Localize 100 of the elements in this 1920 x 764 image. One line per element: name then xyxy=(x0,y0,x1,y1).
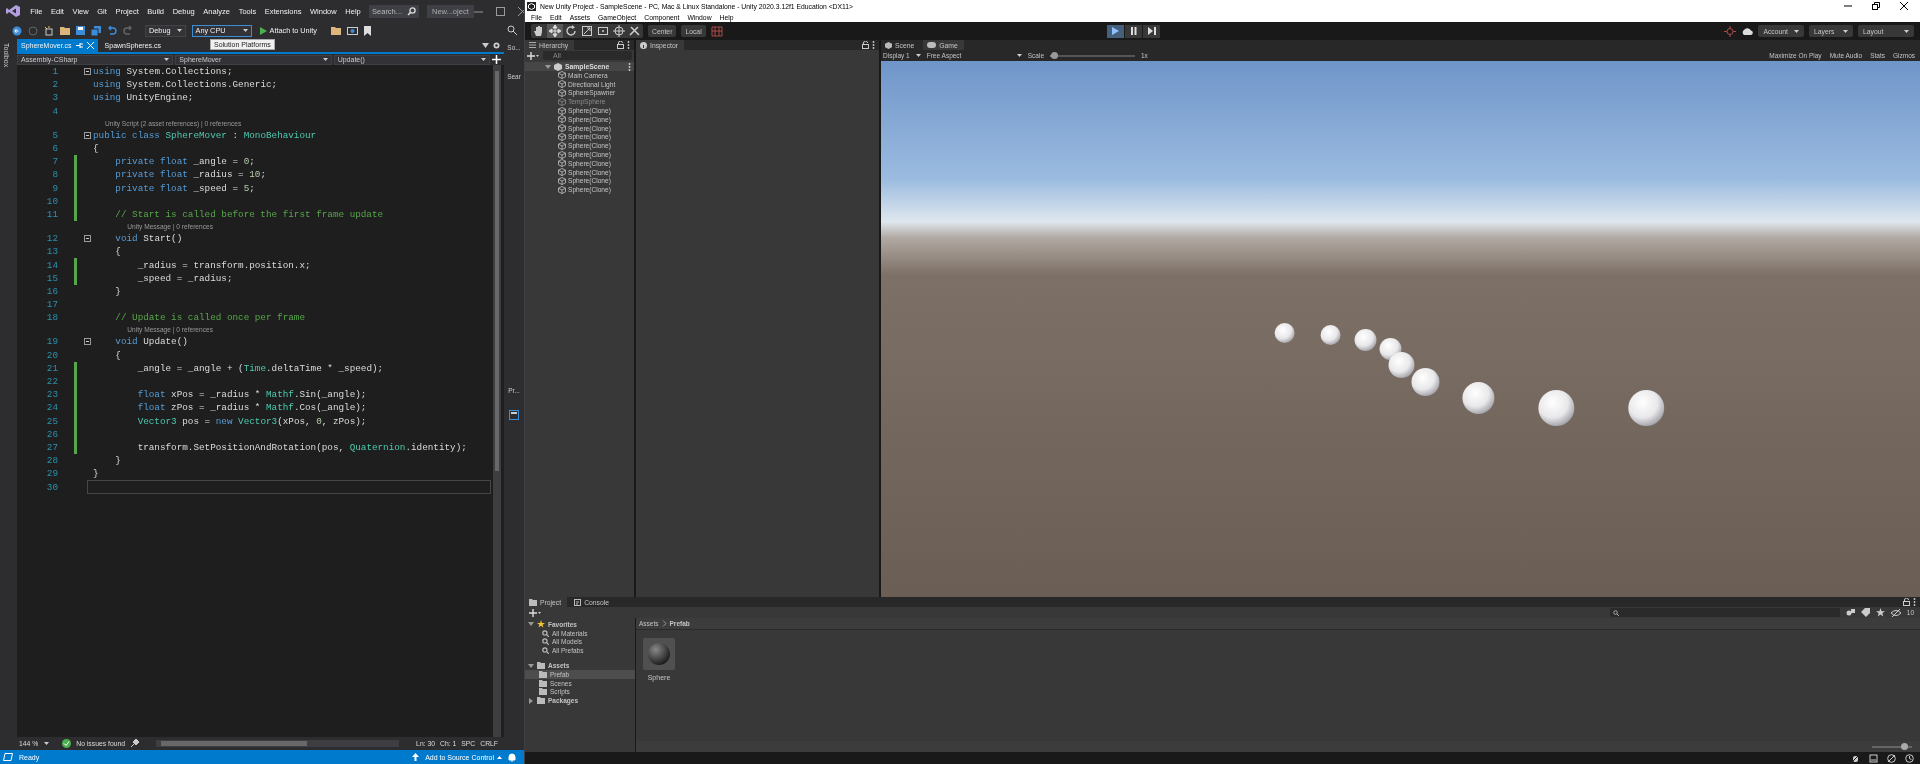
bookmark-icon[interactable] xyxy=(363,25,371,36)
sphere-icon xyxy=(648,643,670,665)
expanded-arrow-icon[interactable] xyxy=(545,63,551,70)
collab-icon[interactable] xyxy=(1724,25,1737,37)
caret-icon xyxy=(1904,29,1909,33)
scale-tool-icon[interactable] xyxy=(579,24,595,38)
code-line: using UnityEngine; xyxy=(93,92,194,104)
brush-icon[interactable] xyxy=(130,739,140,748)
code-line: Vector3 pos = new Vector3(xPos, 0, zPos); xyxy=(136,415,367,427)
collapse-icon[interactable] xyxy=(84,131,91,139)
rect-tool-icon[interactable] xyxy=(595,24,611,38)
more-options-icon[interactable] xyxy=(628,62,631,71)
add-icon[interactable] xyxy=(529,608,541,617)
search-icon xyxy=(407,6,417,16)
code-line: using System.Collections; xyxy=(93,66,233,78)
code-line: { xyxy=(114,246,121,258)
collapse-icon[interactable] xyxy=(84,338,91,346)
horizontal-scrollbar[interactable] xyxy=(156,740,400,747)
lock-icon[interactable] xyxy=(1903,598,1910,606)
code-line: public class SphereMover : MonoBehaviour xyxy=(93,129,317,141)
code-line: using System.Collections.Generic; xyxy=(93,79,278,91)
line-number: 25 xyxy=(45,415,58,427)
line-number: 24 xyxy=(45,402,58,414)
line-number: 12 xyxy=(45,233,58,245)
line-number: 27 xyxy=(45,441,58,453)
move-tool-icon[interactable] xyxy=(547,24,563,38)
search-field[interactable] xyxy=(1609,608,1840,617)
code-line: } xyxy=(93,468,99,480)
expanded-arrow-icon[interactable] xyxy=(528,621,534,628)
save-icon[interactable] xyxy=(76,26,85,35)
save-all-icon[interactable] xyxy=(91,25,101,36)
folder-icon[interactable] xyxy=(330,26,341,35)
cloud-icon[interactable] xyxy=(1741,26,1754,36)
hidden-eye-icon[interactable] xyxy=(1890,608,1901,617)
forward-icon[interactable] xyxy=(28,25,38,36)
caret-icon xyxy=(164,58,170,61)
line-number: 28 xyxy=(45,455,58,467)
line-number: 5 xyxy=(51,129,58,141)
panel-icon[interactable] xyxy=(509,410,519,420)
lock-icon[interactable] xyxy=(617,41,624,49)
star-icon[interactable] xyxy=(1875,608,1885,617)
line-number: 20 xyxy=(45,349,58,361)
collapse-icon[interactable] xyxy=(84,235,91,243)
pin-icon[interactable] xyxy=(75,42,83,49)
line-number: 23 xyxy=(45,389,58,401)
collapsed-arrow-icon[interactable] xyxy=(528,697,534,704)
lock-icon[interactable] xyxy=(862,41,869,49)
collapse-icon[interactable] xyxy=(84,68,91,76)
filter-type-icon[interactable] xyxy=(1845,608,1855,617)
zoom-slider[interactable] xyxy=(1872,745,1912,748)
code-line: // Update is called once per frame xyxy=(114,312,305,324)
bell-icon[interactable] xyxy=(508,752,516,762)
step-icon xyxy=(1147,27,1156,35)
slider-thumb[interactable] xyxy=(1901,742,1908,750)
line-number: 6 xyxy=(51,143,58,155)
asset-thumbnail[interactable] xyxy=(643,638,675,670)
expanded-arrow-icon[interactable] xyxy=(528,662,534,669)
more-options-icon[interactable] xyxy=(872,41,875,49)
rotate-tool-icon[interactable] xyxy=(563,24,579,38)
restore-icon[interactable] xyxy=(1872,2,1880,10)
transform-tool-icon[interactable] xyxy=(611,24,627,38)
line-number: 7 xyxy=(51,156,58,168)
vertical-scrollbar[interactable] xyxy=(493,65,501,737)
more-options-icon[interactable] xyxy=(627,41,630,49)
search-icon xyxy=(1612,609,1619,616)
minimize-icon[interactable] xyxy=(1844,2,1852,10)
step-button[interactable] xyxy=(1143,24,1161,38)
line-number: 3 xyxy=(51,92,58,104)
folder-icon[interactable] xyxy=(60,26,70,35)
dropdown-caret-icon[interactable] xyxy=(482,43,489,48)
settings-icon[interactable] xyxy=(492,41,501,50)
progress-icon[interactable] xyxy=(1869,753,1878,763)
play-button[interactable] xyxy=(1107,24,1125,38)
history-icon[interactable] xyxy=(1905,753,1914,763)
line-number: 4 xyxy=(51,105,58,117)
slider-thumb[interactable] xyxy=(1051,51,1059,59)
redo-icon[interactable] xyxy=(123,26,133,35)
line-number: 8 xyxy=(51,169,58,181)
code-line: transform.SetPositionAndRotation(pos, Quaternion.identity); xyxy=(136,441,467,453)
undo-icon[interactable] xyxy=(107,26,117,35)
back-icon[interactable] xyxy=(12,25,22,36)
caret-icon xyxy=(481,58,486,61)
caret-icon xyxy=(915,54,921,57)
line-number: 17 xyxy=(45,299,58,311)
line-number: 18 xyxy=(45,312,58,324)
code-line: } xyxy=(114,285,121,297)
line-number: 13 xyxy=(45,246,58,258)
add-icon[interactable] xyxy=(527,51,539,60)
caret-icon xyxy=(322,58,328,61)
pause-button[interactable] xyxy=(1125,24,1143,38)
camera-icon[interactable] xyxy=(346,26,358,35)
line-number: 22 xyxy=(45,376,58,388)
scale-slider[interactable] xyxy=(1050,54,1135,57)
list-icon xyxy=(529,42,536,48)
code-line: _radius = transform.position.x; xyxy=(136,259,311,271)
more-options-icon[interactable] xyxy=(1913,598,1916,606)
up-arrow-icon[interactable] xyxy=(412,753,420,761)
maximize-icon[interactable] xyxy=(495,6,505,16)
code-line: private float _radius = 10; xyxy=(114,169,266,181)
close-icon[interactable] xyxy=(1900,2,1908,10)
